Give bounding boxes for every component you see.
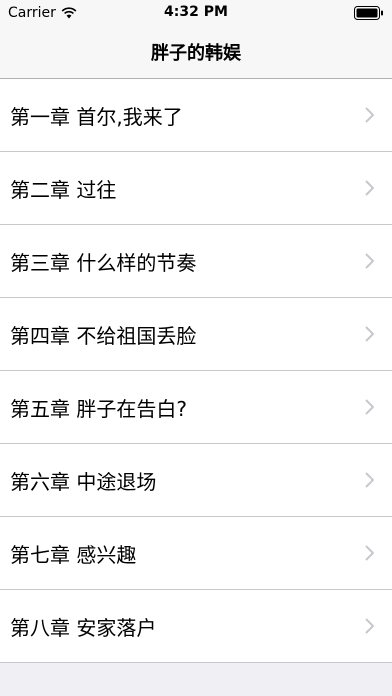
- list-item-chapter-7[interactable]: 第七章 感兴趣: [0, 517, 392, 590]
- chapter-label: 第一章 首尔,我来了: [10, 104, 183, 129]
- chapter-label: 第六章 中途退场: [10, 469, 157, 494]
- chapter-label: 第七章 感兴趣: [10, 542, 137, 567]
- chevron-right-icon: [365, 399, 374, 415]
- chapter-list: 第一章 首尔,我来了 第二章 过往 第三章 什么样的节奏 第四章 不给祖国丢脸 …: [0, 79, 392, 663]
- list-item-chapter-3[interactable]: 第三章 什么样的节奏: [0, 225, 392, 298]
- page-title: 胖子的韩娱: [151, 43, 241, 64]
- chevron-right-icon: [365, 545, 374, 561]
- chevron-right-icon: [365, 472, 374, 488]
- list-item-chapter-6[interactable]: 第六章 中途退场: [0, 444, 392, 517]
- list-item-chapter-1[interactable]: 第一章 首尔,我来了: [0, 79, 392, 152]
- chapter-label: 第四章 不给祖国丢脸: [10, 323, 197, 348]
- chevron-right-icon: [365, 107, 374, 123]
- list-item-chapter-5[interactable]: 第五章 胖子在告白?: [0, 371, 392, 444]
- chevron-right-icon: [365, 253, 374, 269]
- list-item-chapter-4[interactable]: 第四章 不给祖国丢脸: [0, 298, 392, 371]
- chevron-right-icon: [365, 618, 374, 634]
- status-bar: Carrier 4:32 PM: [0, 0, 392, 26]
- chapter-label: 第五章 胖子在告白?: [10, 396, 187, 421]
- status-time: 4:32 PM: [164, 4, 228, 20]
- list-item-chapter-2[interactable]: 第二章 过往: [0, 152, 392, 225]
- chapter-label: 第八章 安家落户: [10, 615, 157, 640]
- battery-full-icon: [354, 6, 383, 20]
- chapter-label: 第三章 什么样的节奏: [10, 250, 197, 275]
- navigation-bar: 胖子的韩娱: [0, 26, 392, 79]
- chevron-right-icon: [365, 326, 374, 342]
- list-item-chapter-8[interactable]: 第八章 安家落户: [0, 590, 392, 663]
- chevron-right-icon: [365, 180, 374, 196]
- chapter-label: 第二章 过往: [10, 177, 117, 202]
